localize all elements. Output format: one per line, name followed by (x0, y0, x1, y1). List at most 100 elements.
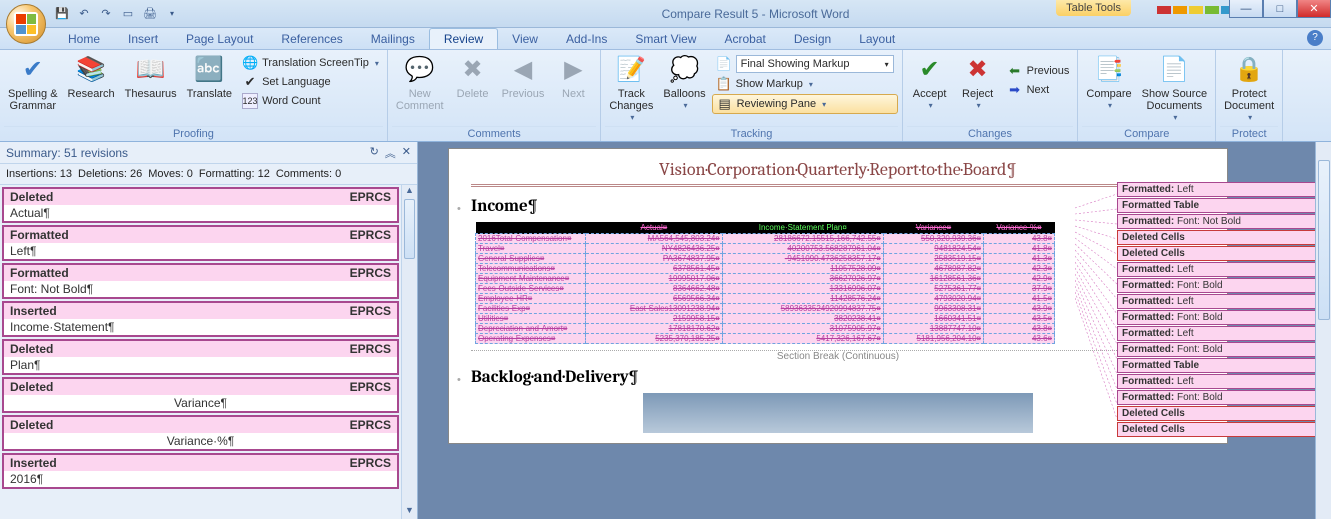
tab-layout[interactable]: Layout (845, 29, 909, 49)
undo-icon[interactable]: ↶ (76, 6, 92, 22)
close-pane-icon[interactable]: ✕ (402, 145, 411, 161)
revision-item[interactable]: FormattedEPRCSLeft¶ (2, 225, 399, 261)
revision-balloon[interactable]: Deleted Cells (1117, 406, 1327, 421)
revision-item[interactable]: DeletedEPRCSVariance¶ (2, 377, 399, 413)
group-comments-label: Comments (392, 126, 596, 141)
tab-review[interactable]: Review (429, 28, 498, 49)
compare-button[interactable]: 📑Compare (1082, 52, 1135, 113)
scrollbar-thumb[interactable] (404, 199, 415, 259)
thesaurus-button[interactable]: 📖Thesaurus (121, 52, 181, 102)
revision-item[interactable]: DeletedEPRCSVariance·%¶ (2, 415, 399, 451)
office-button[interactable] (6, 4, 46, 44)
revision-item[interactable]: DeletedEPRCSActual¶ (2, 187, 399, 223)
tab-addins[interactable]: Add-Ins (552, 29, 621, 49)
revision-balloon[interactable]: Formatted: Font: Bold (1117, 310, 1327, 325)
next-comment-icon: ▶ (557, 54, 589, 86)
table-cell: 5893633524920994837.75¤ (722, 304, 883, 314)
prev-comment-icon: ◀ (507, 54, 539, 86)
document-scrollbar[interactable] (1315, 142, 1331, 519)
markup-display-icon: 📄 (716, 56, 732, 72)
show-source-button[interactable]: 📄Show Source Documents (1138, 52, 1211, 125)
scrollbar-thumb[interactable] (1318, 160, 1330, 320)
table-cell: 2016Total·Compensation¤ (476, 234, 586, 244)
translate-button[interactable]: 🔤Translate (183, 52, 236, 102)
tab-insert[interactable]: Insert (114, 29, 172, 49)
revision-item[interactable]: FormattedEPRCSFont: Not Bold¶ (2, 263, 399, 299)
markup-display-dropdown[interactable]: 📄Final Showing Markup▾ (712, 54, 898, 74)
word-count-button[interactable]: 123Word Count (238, 92, 383, 110)
revision-balloon[interactable]: Formatted Table (1117, 358, 1327, 373)
tab-acrobat[interactable]: Acrobat (710, 29, 779, 49)
revision-body: Plan¶ (4, 357, 397, 373)
reject-button[interactable]: ✖Reject (955, 52, 1001, 113)
revision-balloon[interactable]: Formatted: Left (1117, 374, 1327, 389)
qat-icon-1[interactable]: ▭ (120, 6, 136, 22)
reviewing-pane-icon: ▤ (717, 96, 733, 112)
table-header: Variance¤ (883, 222, 983, 234)
accept-label: Accept (913, 88, 947, 100)
tab-references[interactable]: References (267, 29, 356, 49)
translation-screentip-button[interactable]: 🌐Translation ScreenTip (238, 54, 383, 72)
save-icon[interactable]: 💾 (54, 6, 70, 22)
tab-page-layout[interactable]: Page Layout (172, 29, 267, 49)
reviewing-pane-scrollbar[interactable]: ▲ ▼ (401, 185, 417, 519)
table-cell: Telecommunications¤ (476, 264, 586, 274)
show-markup-label: Show Markup (736, 78, 803, 90)
revision-balloon[interactable]: Deleted Cells (1117, 422, 1327, 437)
scroll-down-icon[interactable]: ▼ (402, 505, 417, 519)
revision-balloon[interactable]: Formatted: Left (1117, 182, 1327, 197)
revision-type: Deleted (10, 190, 53, 204)
prev-comment-label: Previous (502, 88, 545, 100)
revision-item[interactable]: InsertedEPRCSIncome·Statement¶ (2, 301, 399, 337)
maximize-button[interactable]: □ (1263, 0, 1297, 18)
tab-home[interactable]: Home (54, 29, 114, 49)
track-changes-button[interactable]: 📝Track Changes (605, 52, 657, 125)
tab-mailings[interactable]: Mailings (357, 29, 429, 49)
protect-document-button[interactable]: 🔒Protect Document (1220, 52, 1278, 125)
revision-balloon[interactable]: Formatted: Font: Bold (1117, 342, 1327, 357)
prev-change-button[interactable]: ⬅Previous (1003, 62, 1074, 80)
revision-author: EPRCS (350, 456, 391, 470)
qat-customize-icon[interactable]: ▾ (164, 6, 180, 22)
accept-button[interactable]: ✔Accept (907, 52, 953, 113)
revision-balloon[interactable]: Formatted: Left (1117, 326, 1327, 341)
revision-balloon[interactable]: Formatted: Font: Not Bold (1117, 214, 1327, 229)
help-icon[interactable]: ? (1307, 30, 1323, 46)
revision-balloon[interactable]: Formatted: Font: Bold (1117, 278, 1327, 293)
table-row: Depreciation·and·Amort¤17818170.62¤31075… (476, 324, 1055, 334)
tab-design[interactable]: Design (780, 29, 845, 49)
revision-balloon[interactable]: Deleted Cells (1117, 246, 1327, 261)
redo-icon[interactable]: ↷ (98, 6, 114, 22)
new-comment-button: 💬New Comment (392, 52, 448, 114)
table-cell: 42.9¤ (984, 274, 1055, 284)
refresh-icon[interactable]: ↻ (370, 145, 379, 161)
revision-item[interactable]: DeletedEPRCSPlan¶ (2, 339, 399, 375)
spelling-grammar-button[interactable]: ✔Spelling & Grammar (4, 52, 62, 114)
next-change-button[interactable]: ➡Next (1003, 81, 1074, 99)
print-icon[interactable]: 🖨 (142, 6, 158, 22)
revision-type: Formatted (10, 228, 69, 242)
minimize-button[interactable]: — (1229, 0, 1263, 18)
revision-balloon[interactable]: Deleted Cells (1117, 230, 1327, 245)
revision-balloon[interactable]: Formatted: Left (1117, 262, 1327, 277)
tab-view[interactable]: View (498, 29, 552, 49)
balloons-button[interactable]: 💭Balloons (659, 52, 709, 113)
tab-smart-view[interactable]: Smart View (621, 29, 710, 49)
revision-item[interactable]: InsertedEPRCS2016¶ (2, 453, 399, 489)
show-markup-button[interactable]: 📋Show Markup (712, 75, 898, 93)
research-button[interactable]: 📚Research (64, 52, 119, 102)
close-button[interactable]: ✕ (1297, 0, 1331, 18)
revision-balloon[interactable]: Formatted: Font: Bold (1117, 390, 1327, 405)
revision-balloon[interactable]: Formatted Table (1117, 198, 1327, 213)
reviewing-pane-button[interactable]: ▤ Reviewing Pane (712, 94, 898, 114)
reviewing-pane-label: Reviewing Pane (737, 98, 817, 110)
reject-icon: ✖ (962, 54, 994, 86)
scroll-up-icon[interactable]: ▲ (402, 185, 417, 199)
set-language-button[interactable]: ✔Set Language (238, 73, 383, 91)
chevron-up-icon[interactable]: ︽ (385, 145, 396, 161)
title-rule (471, 184, 1205, 187)
revision-author: EPRCS (350, 418, 391, 432)
table-row: 2016Total·Compensation¤MA564,545,803.24¤… (476, 234, 1055, 244)
balloons-label: Balloons (663, 88, 705, 100)
revision-balloon[interactable]: Formatted: Left (1117, 294, 1327, 309)
